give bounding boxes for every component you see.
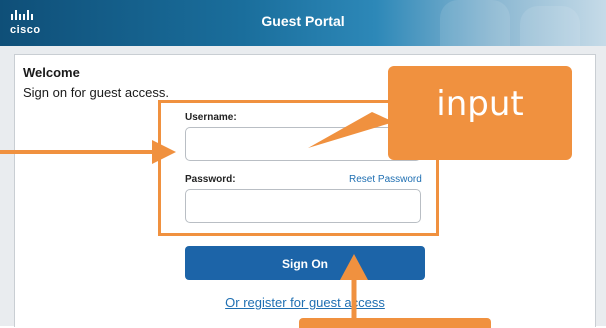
annotation-arrows: [0, 112, 394, 318]
callout-tail: [308, 112, 394, 148]
bottom-callout-box: [299, 318, 491, 328]
left-arrow-head: [152, 140, 176, 164]
input-callout-label: input: [436, 84, 524, 124]
bottom-arrow-head: [340, 254, 368, 280]
